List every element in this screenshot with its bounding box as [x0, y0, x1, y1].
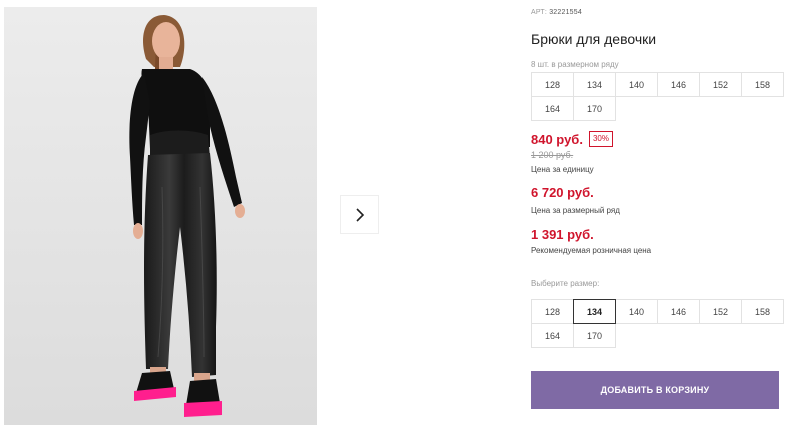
size-row-cell: 152 [699, 72, 742, 97]
article-value: 32221554 [549, 9, 582, 16]
row-price: 6 720 руб. [531, 185, 594, 200]
size-picker-label: Выберите размер: [531, 279, 600, 288]
size-option[interactable]: 140 [615, 299, 658, 324]
current-price: 840 руб. [531, 131, 583, 147]
size-row-cell: 140 [615, 72, 658, 97]
size-row-cell: 158 [741, 72, 784, 97]
product-photo[interactable] [4, 7, 317, 425]
size-row-cell: 128 [531, 72, 574, 97]
chevron-right-icon [355, 207, 364, 222]
size-option[interactable]: 134 [573, 299, 616, 324]
old-price: 1 200 руб. [531, 150, 574, 160]
unit-price-caption: Цена за единицу [531, 165, 594, 174]
size-option[interactable]: 170 [573, 323, 616, 348]
size-option[interactable]: 146 [657, 299, 700, 324]
size-row-cell: 134 [573, 72, 616, 97]
discount-badge: 30% [588, 131, 613, 147]
size-row-cell: 164 [531, 96, 574, 121]
size-option[interactable]: 152 [699, 299, 742, 324]
article-number: АРТ: 32221554 [531, 9, 582, 16]
retail-price-caption: Рекомендуемая розничная цена [531, 246, 652, 255]
row-price-caption: Цена за размерный ряд [531, 206, 620, 215]
size-option[interactable]: 128 [531, 299, 574, 324]
product-title: Брюки для девочки [531, 31, 657, 47]
price-row: 840 руб. 30% [531, 131, 613, 147]
size-option[interactable]: 158 [741, 299, 784, 324]
next-image-button[interactable] [340, 195, 379, 234]
size-row-cell: 170 [573, 96, 616, 121]
retail-price: 1 391 руб. [531, 227, 594, 242]
size-picker-grid: 128 134 140 146 152 158 164 170 [531, 299, 784, 348]
size-row-grid: 128 134 140 146 152 158 164 170 [531, 72, 784, 121]
add-to-cart-button[interactable]: ДОБАВИТЬ В КОРЗИНУ [531, 371, 779, 409]
size-option[interactable]: 164 [531, 323, 574, 348]
pack-note: 8 шт. в размерном ряду [531, 60, 619, 69]
article-label: АРТ: [531, 9, 548, 16]
product-gallery [0, 0, 390, 427]
size-row-cell: 146 [657, 72, 700, 97]
